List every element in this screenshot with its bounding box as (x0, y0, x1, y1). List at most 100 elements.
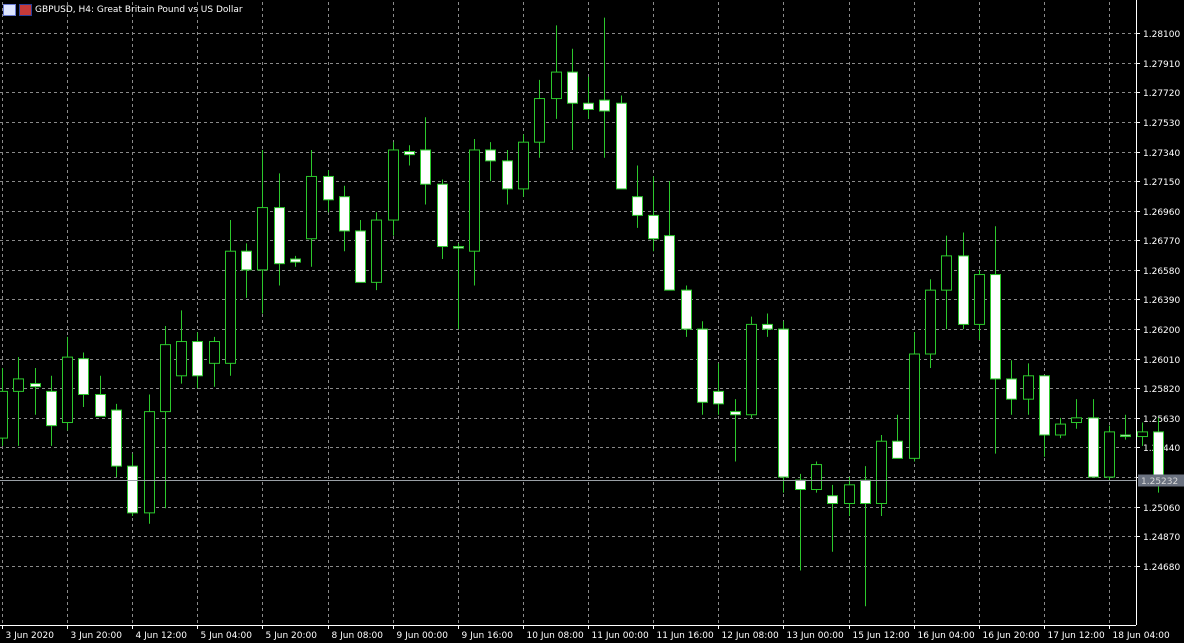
candle-bear (453, 246, 464, 249)
window-menu-icon[interactable] (3, 4, 16, 16)
candle-bear (1006, 378, 1017, 400)
candle-bull (13, 378, 24, 392)
y-tick-label: 1.27150 (1143, 178, 1180, 188)
x-tick-label: 17 Jun 12:00 (1048, 631, 1105, 641)
x-tick-label: 15 Jun 12:00 (853, 631, 910, 641)
x-tick-label: 8 Jun 08:00 (332, 631, 384, 641)
candle-bull (518, 141, 529, 190)
candle-bear (583, 102, 594, 110)
y-tick-label: 1.27340 (1143, 149, 1180, 159)
candle-bear (778, 328, 789, 478)
candle-bear (762, 323, 773, 330)
candle-bull (160, 344, 171, 413)
y-tick-label: 1.26960 (1143, 208, 1180, 218)
candle-bear (730, 411, 741, 416)
candle-bear (958, 255, 969, 325)
y-tick-label: 1.26390 (1143, 296, 1180, 306)
candle-bull (388, 149, 399, 221)
candle-bull (974, 274, 985, 325)
candle-bull (469, 149, 480, 252)
candle-bear (664, 235, 675, 291)
candle-bear (30, 383, 41, 388)
x-tick-label: 11 Jun 00:00 (592, 631, 649, 641)
candle-bear (599, 99, 610, 112)
candle-bear (78, 358, 89, 395)
candle-bear (192, 341, 203, 377)
y-tick-label: 1.27720 (1143, 89, 1180, 99)
x-tick-label: 9 Jun 00:00 (397, 631, 449, 641)
candle-bear (567, 71, 578, 104)
candle-bull (1137, 431, 1148, 438)
y-tick-label: 1.26580 (1143, 267, 1180, 277)
x-tick-label: 9 Jun 16:00 (462, 631, 514, 641)
x-tick-label: 16 Jun 04:00 (918, 631, 975, 641)
candle-bull (551, 71, 562, 100)
candle-bull (1023, 375, 1034, 400)
candle-bear (697, 328, 708, 403)
candle-bull (941, 255, 952, 291)
candle-bull (1055, 423, 1066, 436)
chart-title: GBPUSD, H4: Great Britain Pound vs US Do… (35, 5, 243, 15)
candle-bear (339, 196, 350, 232)
x-tick-label: 13 Jun 00:00 (787, 631, 844, 641)
candle-bull (257, 207, 268, 271)
candle-bear (420, 149, 431, 185)
candle-bull (746, 323, 757, 416)
candle-bear (241, 250, 252, 271)
candle-bear (46, 390, 57, 427)
candle-bull (1104, 431, 1115, 478)
x-tick-label: 10 Jun 08:00 (527, 631, 584, 641)
x-tick-label: 18 Jun 04:00 (1113, 631, 1170, 641)
candle-bear (892, 440, 903, 459)
x-tick-label: 3 Jun 20:00 (71, 631, 123, 641)
candlestick-chart[interactable]: 1.28100 1.27910 1.27720 1.27530 1.27340 1.271… (0, 0, 1184, 643)
candle-bull (844, 484, 855, 505)
candle-bull (144, 411, 155, 514)
chart-title-bar: GBPUSD, H4: Great Britain Pound vs US Do… (3, 3, 243, 17)
y-tick-label: 1.26770 (1143, 237, 1180, 247)
candle-bear (648, 214, 659, 240)
candle-bull (306, 175, 317, 240)
y-tick-label: 1.27910 (1143, 60, 1180, 70)
y-tick-label: 1.25820 (1143, 385, 1180, 395)
candle-bear (290, 258, 301, 263)
candle-bull (534, 98, 545, 143)
current-price-label: 1.25232 (1141, 477, 1178, 487)
x-tick-label: 12 Jun 08:00 (722, 631, 779, 641)
y-tick-label: 1.28100 (1143, 30, 1180, 40)
candle-bear (355, 230, 366, 283)
candle-bear (681, 289, 692, 330)
candle-bull (0, 390, 8, 439)
candle-bull (62, 356, 73, 424)
x-tick-label: 5 Jun 04:00 (201, 631, 253, 641)
candle-bear (1120, 434, 1131, 438)
candle-bear (323, 175, 334, 201)
y-tick-label: 1.26200 (1143, 326, 1180, 336)
candle-bear (111, 409, 122, 467)
candle-bull (1071, 417, 1082, 424)
candle-bear (632, 196, 643, 216)
candle-bull (811, 464, 822, 490)
candle-bear (990, 274, 1001, 380)
candle-bear (860, 479, 871, 505)
candle-bear (616, 102, 627, 190)
candle-bull (371, 219, 382, 283)
y-tick-label: 1.27530 (1143, 119, 1180, 129)
y-tick-label: 1.26010 (1143, 356, 1180, 366)
x-tick-label: 5 Jun 20:00 (266, 631, 318, 641)
y-tick-label: 1.25060 (1143, 504, 1180, 514)
y-tick-label: 1.24870 (1143, 533, 1180, 543)
candle-bear (437, 183, 448, 248)
x-tick-label: 16 Jun 20:00 (983, 631, 1040, 641)
y-tick-label: 1.25630 (1143, 415, 1180, 425)
candle-bear (1088, 417, 1099, 478)
candle-bear (485, 149, 496, 162)
candle-bull (209, 341, 220, 364)
candle-bull (176, 341, 187, 377)
candle-bear (274, 207, 285, 265)
candle-bull (909, 353, 920, 459)
y-tick-label: 1.24680 (1143, 563, 1180, 573)
candle-bear (95, 393, 106, 417)
candle-bear (1039, 375, 1050, 436)
candle-bear (404, 151, 415, 156)
